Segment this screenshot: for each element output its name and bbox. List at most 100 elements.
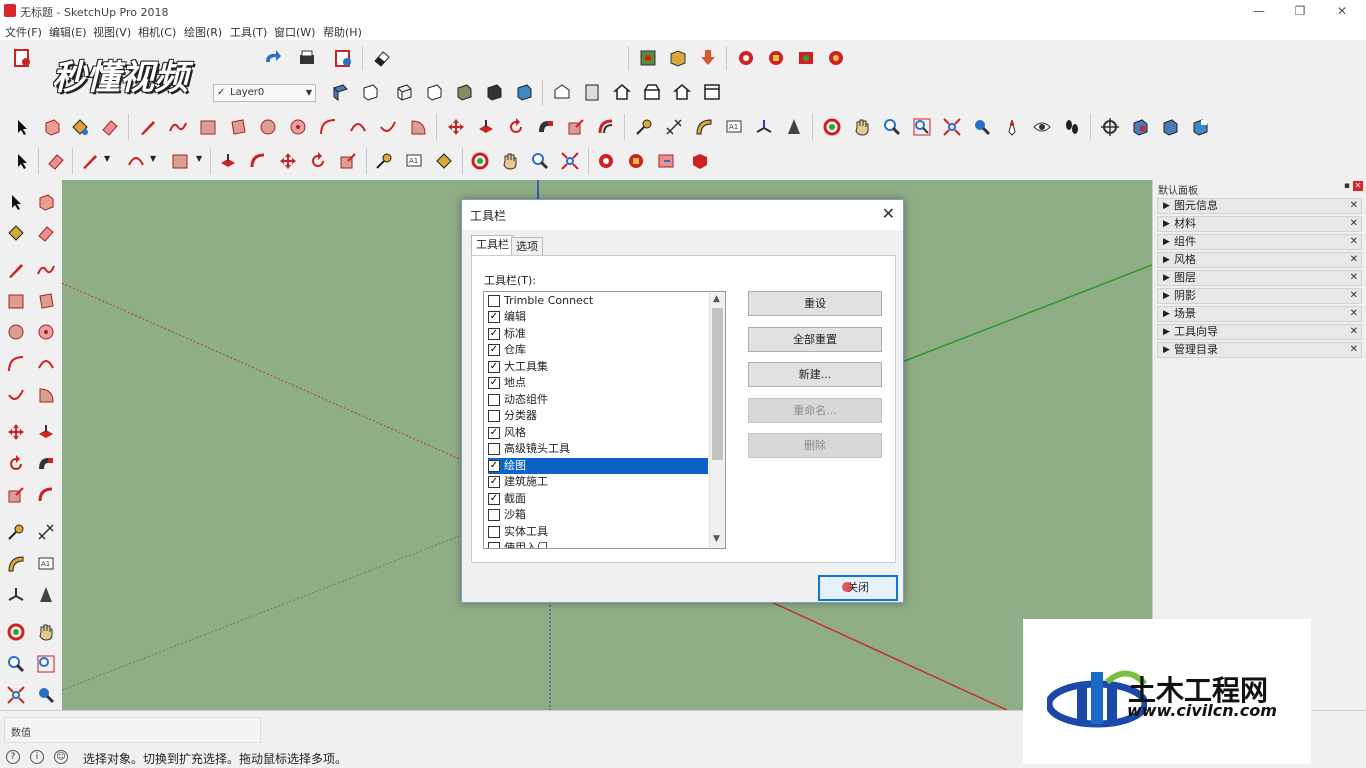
menu-draw[interactable]: 绘图(R) bbox=[184, 24, 222, 40]
orbit-icon[interactable] bbox=[6, 622, 26, 642]
pan-hand-icon[interactable] bbox=[36, 622, 56, 642]
scroll-down-icon[interactable]: ▼ bbox=[713, 534, 720, 544]
monochrome-icon[interactable] bbox=[514, 82, 534, 102]
draw-arc-icon[interactable] bbox=[126, 151, 146, 171]
zoom-window-icon[interactable] bbox=[912, 117, 932, 137]
tray-item-layers[interactable]: ▶ 图层 ✕ bbox=[1157, 270, 1362, 286]
scroll-up-icon[interactable]: ▲ bbox=[713, 294, 720, 304]
hidden-line-icon[interactable] bbox=[424, 82, 444, 102]
axes-icon[interactable] bbox=[6, 585, 26, 605]
reset-all-button[interactable]: 全部重置 bbox=[748, 327, 882, 352]
close-icon[interactable]: ✕ bbox=[1350, 253, 1358, 267]
dimension-icon[interactable] bbox=[664, 117, 684, 137]
close-icon[interactable]: ✕ bbox=[1350, 289, 1358, 303]
close-window-button[interactable]: ✕ bbox=[1327, 2, 1357, 20]
follow-me-icon[interactable] bbox=[36, 454, 56, 474]
tab-toolbars[interactable]: 工具栏 bbox=[471, 235, 514, 256]
eraser-style-icon[interactable] bbox=[372, 48, 392, 68]
tab-options[interactable]: 选项 bbox=[511, 237, 543, 256]
user-status-icon[interactable]: ☺ bbox=[54, 750, 68, 764]
paint-tool-icon[interactable] bbox=[434, 151, 454, 171]
eraser-icon[interactable] bbox=[100, 117, 120, 137]
chevron-down-icon[interactable]: ▼ bbox=[150, 154, 156, 163]
rotate-icon[interactable] bbox=[506, 117, 526, 137]
select-arrow-icon[interactable] bbox=[6, 192, 26, 212]
circle-icon[interactable] bbox=[258, 117, 278, 137]
tray-item-shadows[interactable]: ▶ 阴影 ✕ bbox=[1157, 288, 1362, 304]
section-cuts-icon[interactable] bbox=[1160, 117, 1180, 137]
list-item[interactable]: ✓ 建筑施工 bbox=[488, 474, 708, 490]
close-icon[interactable]: ✕ bbox=[1350, 235, 1358, 249]
3d-text-icon[interactable] bbox=[36, 585, 56, 605]
geo-location-icon[interactable] bbox=[638, 48, 658, 68]
checkbox[interactable] bbox=[488, 509, 500, 521]
close-icon[interactable]: ✕ bbox=[1350, 325, 1358, 339]
zoom-icon[interactable] bbox=[6, 654, 26, 674]
freehand-icon[interactable] bbox=[36, 260, 56, 280]
move-icon[interactable] bbox=[446, 117, 466, 137]
previous-view-icon[interactable] bbox=[36, 685, 56, 705]
download-icon[interactable] bbox=[698, 48, 718, 68]
tape-measure-icon[interactable] bbox=[6, 522, 26, 542]
scale-icon[interactable] bbox=[566, 117, 586, 137]
rotate-icon[interactable] bbox=[6, 454, 26, 474]
three-point-arc-icon[interactable] bbox=[378, 117, 398, 137]
layer-select[interactable]: ✓ Layer0 ▼ bbox=[213, 84, 316, 102]
zoom-tool-icon[interactable] bbox=[530, 151, 550, 171]
tape-tool-icon[interactable] bbox=[374, 151, 394, 171]
pan-hand-icon[interactable] bbox=[852, 117, 872, 137]
iso-view-icon[interactable] bbox=[552, 82, 572, 102]
chevron-down-icon[interactable]: ▼ bbox=[196, 154, 202, 163]
circle-icon[interactable] bbox=[6, 322, 26, 342]
list-item[interactable]: ✓ 标准 bbox=[488, 326, 708, 342]
draw-line-icon[interactable] bbox=[80, 151, 100, 171]
new-toolbar-button[interactable]: 新建... bbox=[748, 362, 882, 387]
offset-icon[interactable] bbox=[36, 485, 56, 505]
back-view-icon[interactable] bbox=[672, 82, 692, 102]
minimize-button[interactable]: — bbox=[1244, 2, 1274, 20]
list-item[interactable]: ✓ 仓库 bbox=[488, 342, 708, 358]
extension-icon-2[interactable] bbox=[766, 48, 786, 68]
pan-tool-icon[interactable] bbox=[500, 151, 520, 171]
tape-measure-icon[interactable] bbox=[634, 117, 654, 137]
freehand-icon[interactable] bbox=[168, 117, 188, 137]
checkbox[interactable]: ✓ bbox=[488, 377, 500, 389]
section-display-icon[interactable] bbox=[1130, 117, 1150, 137]
checkbox[interactable]: ✓ bbox=[488, 361, 500, 373]
tray-item-materials[interactable]: ▶ 材料 ✕ bbox=[1157, 216, 1362, 232]
zoom-window-icon[interactable] bbox=[36, 654, 56, 674]
push-pull-icon[interactable] bbox=[476, 117, 496, 137]
rotated-rectangle-icon[interactable] bbox=[36, 291, 56, 311]
menu-camera[interactable]: 相机(C) bbox=[138, 24, 176, 40]
print-icon[interactable] bbox=[297, 48, 317, 68]
rotated-rectangle-icon[interactable] bbox=[228, 117, 248, 137]
zoom-extents-tool-icon[interactable] bbox=[560, 151, 580, 171]
polygon-icon[interactable] bbox=[36, 322, 56, 342]
protractor-icon[interactable] bbox=[694, 117, 714, 137]
model-info-icon[interactable] bbox=[333, 48, 353, 68]
close-icon[interactable]: ✕ bbox=[1350, 343, 1358, 357]
checkbox[interactable] bbox=[488, 410, 500, 422]
list-item[interactable]: 沙箱 bbox=[488, 507, 708, 523]
shaded-textures-icon[interactable] bbox=[484, 82, 504, 102]
list-item[interactable]: ✓ 编辑 bbox=[488, 309, 708, 325]
rename-button[interactable]: 重命名... bbox=[748, 398, 882, 423]
menu-help[interactable]: 帮助(H) bbox=[323, 24, 362, 40]
pie-icon[interactable] bbox=[408, 117, 428, 137]
section-fill-icon[interactable] bbox=[1190, 117, 1210, 137]
zoom-icon[interactable] bbox=[882, 117, 902, 137]
list-item[interactable]: 动态组件 bbox=[488, 392, 708, 408]
zoom-extents-icon[interactable] bbox=[6, 685, 26, 705]
checkbox[interactable]: ✓ bbox=[488, 460, 500, 472]
three-point-arc-icon[interactable] bbox=[6, 385, 26, 405]
checkbox[interactable]: ✓ bbox=[488, 311, 500, 323]
extension-icon-3[interactable] bbox=[796, 48, 816, 68]
chevron-down-icon[interactable]: ▼ bbox=[104, 154, 110, 163]
make-component-icon[interactable] bbox=[42, 117, 62, 137]
move-icon[interactable] bbox=[6, 422, 26, 442]
select-tool-icon[interactable] bbox=[12, 151, 32, 171]
measurements-input[interactable]: 数值 bbox=[4, 717, 261, 743]
checkbox[interactable]: ✓ bbox=[488, 476, 500, 488]
menu-edit[interactable]: 编辑(E) bbox=[49, 24, 87, 40]
erase-tool-icon[interactable] bbox=[46, 151, 66, 171]
